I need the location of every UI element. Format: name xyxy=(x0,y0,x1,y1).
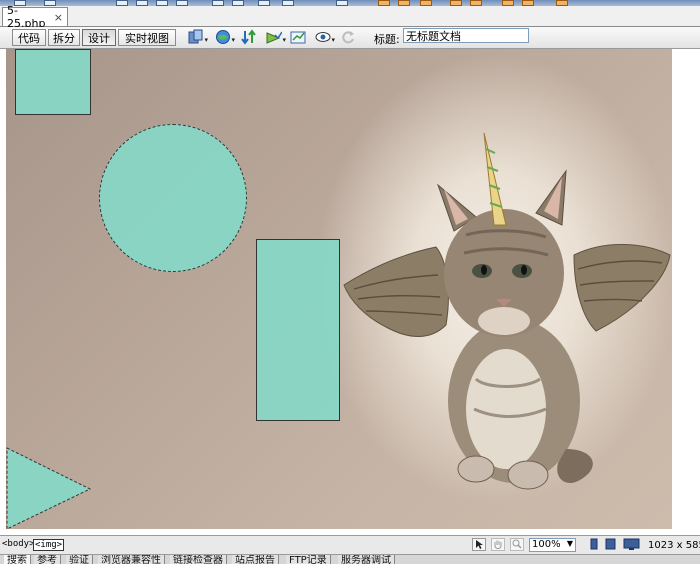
validate-icon[interactable]: ▾ xyxy=(266,29,286,45)
page-title-input[interactable] xyxy=(403,28,529,43)
refresh-icon[interactable] xyxy=(340,29,358,45)
zoom-value: 100% xyxy=(532,539,561,550)
split-view-button[interactable]: 拆分 xyxy=(48,29,80,46)
check-compat-icon[interactable] xyxy=(290,29,308,45)
zoom-tool-icon[interactable] xyxy=(510,538,524,551)
code-view-button[interactable]: 代码 xyxy=(12,29,46,46)
tag-selector-body[interactable]: <body> xyxy=(2,539,35,549)
design-canvas[interactable] xyxy=(0,49,700,535)
polygon-hotspot[interactable] xyxy=(6,447,92,531)
rect-hotspot[interactable] xyxy=(256,239,340,421)
view-options-icon[interactable]: ▾ xyxy=(315,29,335,45)
canvas-blank-margin xyxy=(672,49,700,535)
document-tab[interactable]: 5-25.php × xyxy=(2,4,68,30)
live-view-button[interactable]: 实时视图 xyxy=(118,29,176,46)
close-tab-icon[interactable]: × xyxy=(54,11,63,24)
chevron-down-icon: ▼ xyxy=(566,539,573,548)
visual-aids-icon[interactable] xyxy=(241,29,259,45)
zoom-select[interactable]: 100% ▼ xyxy=(529,538,576,552)
status-bar: <body> <img> 100% ▼ 1023 x 585 xyxy=(0,535,700,554)
rect-hotspot[interactable] xyxy=(15,49,91,115)
desktop-size-icon[interactable] xyxy=(623,538,641,551)
preview-browser-icon[interactable]: ▾ xyxy=(215,29,235,45)
document-toolbar: 代码 拆分 设计 实时视图 ▾ ▾ ▾ ▾ 标题: xyxy=(0,27,700,49)
hand-tool-icon[interactable] xyxy=(491,538,505,551)
design-view-button[interactable]: 设计 xyxy=(82,29,116,46)
circle-hotspot[interactable] xyxy=(99,124,247,272)
select-pointer-icon[interactable] xyxy=(472,538,486,551)
window-size-readout: 1023 x 585 xyxy=(648,540,700,551)
document-tab-bar: 5-25.php × xyxy=(0,4,700,30)
file-management-icon[interactable]: ▾ xyxy=(188,29,208,45)
mobile-size-icon[interactable] xyxy=(587,538,601,551)
tag-selector-img[interactable]: <img> xyxy=(33,539,65,551)
page-title-label: 标题: xyxy=(374,33,400,46)
tablet-size-icon[interactable] xyxy=(604,538,618,551)
